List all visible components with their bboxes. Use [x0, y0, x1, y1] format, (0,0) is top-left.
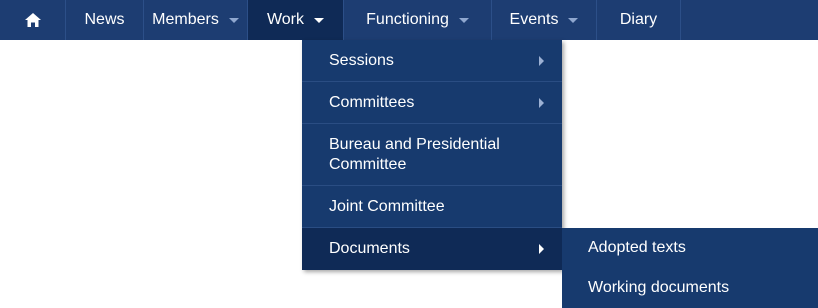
menu-item-sessions[interactable]: Sessions [302, 40, 562, 82]
home-icon [24, 13, 41, 27]
menu-item-joint-committee[interactable]: Joint Committee [302, 186, 562, 228]
chevron-down-icon [314, 17, 325, 23]
chevron-down-icon [458, 17, 469, 23]
nav-news[interactable]: News [66, 0, 144, 40]
nav-work[interactable]: Work [248, 0, 344, 40]
nav-diary[interactable]: Diary [597, 0, 681, 40]
menu-item-label: Bureau and Presidential Committee [329, 135, 500, 173]
menu-item-label: Documents [329, 240, 410, 257]
nav-events[interactable]: Events [492, 0, 597, 40]
nav-functioning[interactable]: Functioning [344, 0, 492, 40]
menu-item-documents[interactable]: Documents [302, 228, 562, 270]
main-navbar: News Members Work Functioning Events Dia… [0, 0, 818, 40]
menu-item-committees[interactable]: Committees [302, 82, 562, 124]
nav-members[interactable]: Members [144, 0, 248, 40]
chevron-down-icon [568, 17, 579, 23]
submenu-item-label: Working documents [588, 279, 730, 296]
nav-members-label: Members [152, 11, 219, 28]
chevron-down-icon [228, 17, 239, 23]
work-dropdown-menu: Sessions Committees Bureau and President… [302, 40, 562, 270]
submenu-item-working-documents[interactable]: Working documents [562, 268, 818, 308]
nav-functioning-label: Functioning [366, 11, 449, 28]
chevron-right-icon [539, 97, 544, 108]
nav-work-label: Work [266, 11, 305, 28]
menu-item-label: Joint Committee [329, 197, 445, 215]
chevron-right-icon [539, 55, 544, 66]
nav-events-label: Events [509, 11, 559, 28]
menu-item-label: Committees [329, 93, 415, 111]
nav-news-label: News [84, 11, 125, 28]
chevron-right-icon [539, 244, 544, 254]
nav-diary-label: Diary [619, 11, 658, 28]
menu-item-bureau[interactable]: Bureau and Presidential Committee [302, 124, 562, 186]
home-button[interactable] [0, 0, 66, 40]
submenu-item-adopted-texts[interactable]: Adopted texts [562, 228, 818, 268]
menu-item-label: Sessions [329, 51, 394, 69]
documents-submenu: Adopted texts Working documents [562, 228, 818, 308]
submenu-item-label: Adopted texts [588, 239, 686, 256]
